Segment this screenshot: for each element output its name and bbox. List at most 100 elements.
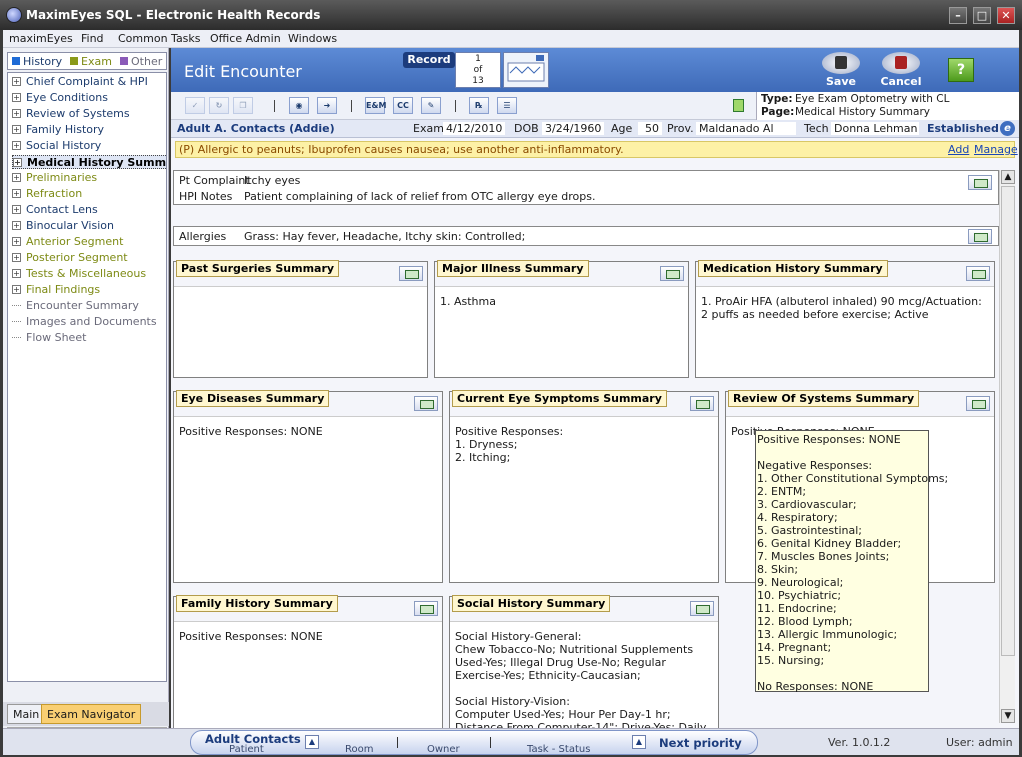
edit-major-illness-icon[interactable] (660, 266, 684, 281)
tree-item-refraction[interactable]: + Refraction (12, 187, 82, 201)
tech-label: Tech (804, 122, 829, 135)
em-button[interactable]: E&M (365, 97, 386, 114)
edit-complaint-icon[interactable] (968, 175, 992, 190)
menu-common-tasks[interactable]: Common Tasks (118, 32, 201, 45)
export-icon[interactable]: ➜ (317, 97, 337, 114)
tree-item-encounter-summary[interactable]: Encounter Summary (12, 299, 139, 313)
tooltip-line: 7. Muscles Bones Joints; (757, 550, 890, 563)
add-alert-link[interactable]: Add (948, 143, 969, 156)
expand-icon[interactable]: + (12, 109, 21, 118)
expand-icon[interactable]: + (12, 125, 21, 134)
manage-alert-link[interactable]: Manage (974, 143, 1018, 156)
patient-info-bar: Adult A. Contacts (Addie) Exam 4/12/2010… (171, 120, 1019, 138)
social-history-body[interactable]: Social History-General: Chew Tobacco-No; … (450, 621, 718, 729)
menu-office-admin[interactable]: Office Admin (210, 32, 281, 45)
edit-family-history-icon[interactable] (414, 601, 438, 616)
tree-item-review-of-systems[interactable]: + Review of Systems (12, 107, 130, 121)
tree-item-contact-lens[interactable]: + Contact Lens (12, 203, 98, 217)
menu-maximeyes[interactable]: maximEyes (9, 32, 73, 45)
tree-item-final-findings[interactable]: + Final Findings (12, 283, 100, 297)
tree-item-preliminaries[interactable]: + Preliminaries (12, 171, 97, 185)
provider-value: Maldanado Al (696, 122, 796, 135)
scroll-down-icon[interactable]: ▼ (1001, 709, 1015, 723)
current-eye-symptoms-panel: Current Eye Symptoms Summary Positive Re… (449, 390, 719, 583)
allergies-value[interactable]: Grass: Hay fever, Headache, Itchy skin: … (244, 230, 525, 243)
pencil-icon[interactable]: ✎ (421, 97, 441, 114)
prescription-icon[interactable]: ℞ (469, 97, 489, 114)
edit-eye-symptoms-icon[interactable] (690, 396, 714, 411)
main-vertical-scrollbar[interactable]: ▲ ▼ (999, 170, 1015, 723)
internet-explorer-icon[interactable]: e (1000, 121, 1015, 136)
pt-complaint-value[interactable]: Itchy eyes (244, 174, 300, 187)
tree-item-tests-miscellaneous[interactable]: + Tests & Miscellaneous (12, 267, 146, 281)
expand-icon[interactable]: + (12, 205, 21, 214)
edit-social-history-icon[interactable] (690, 601, 714, 616)
menu-windows[interactable]: Windows (288, 32, 337, 45)
record-thumbnail-icon[interactable] (503, 52, 549, 88)
edit-medication-icon[interactable] (966, 266, 990, 281)
history-color-icon (12, 57, 20, 65)
eye-diseases-body[interactable]: Positive Responses: NONE (174, 416, 442, 582)
tree-item-social-history[interactable]: + Social History (12, 139, 101, 153)
help-button[interactable]: ? (948, 58, 974, 82)
expand-icon[interactable]: + (12, 237, 21, 246)
current-eye-symptoms-body[interactable]: Positive Responses: 1. Dryness; 2. Itching… (450, 416, 718, 582)
maximize-button[interactable]: □ (973, 7, 991, 24)
tooltip-line: Negative Responses: (757, 459, 873, 472)
tree-item-chief-complaint-hpi[interactable]: + Chief Complaint & HPI (12, 75, 148, 89)
refresh-icon[interactable]: ↻ (209, 97, 229, 114)
hpi-notes-value[interactable]: Patient complaining of lack of relief fr… (244, 190, 596, 203)
scroll-up-icon[interactable]: ▲ (1001, 170, 1015, 184)
tree-item-medical-history-summar[interactable]: + Medical History Summar (12, 155, 166, 169)
expand-icon[interactable]: + (12, 269, 21, 278)
past-surgeries-body[interactable] (174, 286, 427, 377)
check-icon[interactable]: ✓ (185, 97, 205, 114)
vertical-scroll-thumb[interactable] (1001, 186, 1015, 656)
cc-button[interactable]: CC (393, 97, 413, 114)
tree-item-eye-conditions[interactable]: + Eye Conditions (12, 91, 108, 105)
legend-other: Other (120, 55, 162, 68)
list-icon[interactable]: ☰ (497, 97, 517, 114)
expand-icon[interactable]: + (12, 285, 21, 294)
family-history-body[interactable]: Positive Responses: NONE (174, 621, 442, 729)
expand-icon[interactable]: + (12, 189, 21, 198)
tree-item-anterior-segment[interactable]: + Anterior Segment (12, 235, 123, 249)
expand-icon[interactable]: + (12, 173, 21, 182)
next-priority-button[interactable]: Next priority (659, 736, 742, 750)
summary-line: Social History-Vision: (455, 695, 570, 708)
tab-main[interactable]: Main (7, 704, 46, 724)
eye-icon[interactable]: ◉ (289, 97, 309, 114)
tree-item-images-and-documents[interactable]: Images and Documents (12, 315, 157, 329)
expand-icon[interactable]: + (12, 253, 21, 262)
tree-item-posterior-segment[interactable]: + Posterior Segment (12, 251, 128, 265)
tooltip-line: 15. Nursing; (757, 654, 825, 667)
edit-ros-icon[interactable] (966, 396, 990, 411)
tab-exam-navigator[interactable]: Exam Navigator (41, 704, 142, 724)
close-window-button[interactable]: ✕ (997, 7, 1015, 24)
lock-icon[interactable] (733, 99, 744, 112)
tree-item-flow-sheet[interactable]: Flow Sheet (12, 331, 86, 345)
medication-history-body[interactable]: 1. ProAir HFA (albuterol inhaled) 90 mcg… (696, 286, 994, 377)
menu-find[interactable]: Find (81, 32, 104, 45)
cancel-button[interactable]: Cancel (878, 52, 924, 90)
minimize-button[interactable]: – (949, 7, 967, 24)
tooltip-line: 1. Other Constitutional Symptoms; (757, 472, 949, 485)
patient-name[interactable]: Adult A. Contacts (Addie) (177, 122, 335, 135)
expand-icon[interactable]: + (13, 158, 22, 167)
expand-icon[interactable]: + (12, 221, 21, 230)
patient-up-arrow-icon[interactable]: ▲ (305, 735, 319, 749)
tree-item-family-history[interactable]: + Family History (12, 123, 104, 137)
edit-allergies-icon[interactable] (968, 229, 992, 244)
edit-eye-diseases-icon[interactable] (414, 396, 438, 411)
next-priority-up-icon[interactable]: ▲ (632, 735, 646, 749)
toolbar-separator (351, 100, 352, 112)
expand-icon[interactable]: + (12, 77, 21, 86)
exam-label: Exam (413, 122, 444, 135)
expand-icon[interactable]: + (12, 141, 21, 150)
expand-icon[interactable]: + (12, 93, 21, 102)
major-illness-body[interactable]: 1. Asthma (435, 286, 688, 377)
save-button[interactable]: Save (818, 52, 864, 90)
copy-icon[interactable]: ❐ (233, 97, 253, 114)
edit-past-surgeries-icon[interactable] (399, 266, 423, 281)
tree-item-binocular-vision[interactable]: + Binocular Vision (12, 219, 114, 233)
